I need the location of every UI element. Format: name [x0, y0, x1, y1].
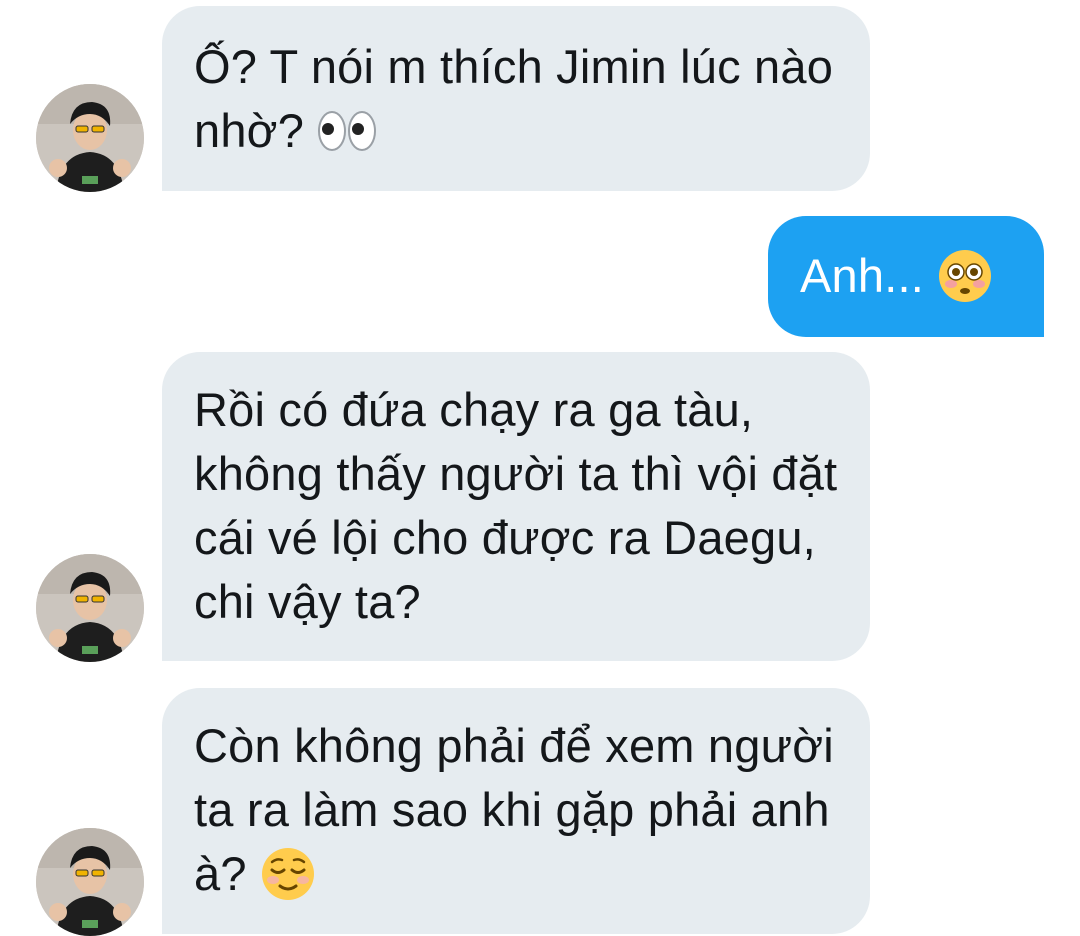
eyes-emoji — [317, 109, 377, 153]
received-message-bubble[interactable]: Rồi có đứa chạy ra ga tàu, không thấy ng… — [162, 352, 870, 661]
sent-message-bubble[interactable]: Anh... — [768, 216, 1044, 337]
flushed-face-emoji — [937, 248, 993, 304]
contact-avatar[interactable] — [36, 84, 144, 192]
received-message-bubble[interactable]: Còn không phải để xem người ta ra làm sa… — [162, 688, 870, 934]
received-message-bubble[interactable]: Ố? T nói m thích Jimin lúc nào nhờ? — [162, 6, 870, 191]
message-text: Ố? T nói m thích Jimin lúc nào nhờ? — [194, 40, 834, 157]
contact-avatar[interactable] — [36, 554, 144, 662]
contact-avatar[interactable] — [36, 828, 144, 936]
relieved-face-emoji — [260, 846, 316, 902]
message-text: Rồi có đứa chạy ra ga tàu, không thấy ng… — [194, 383, 838, 628]
message-text: Anh... — [800, 249, 925, 302]
